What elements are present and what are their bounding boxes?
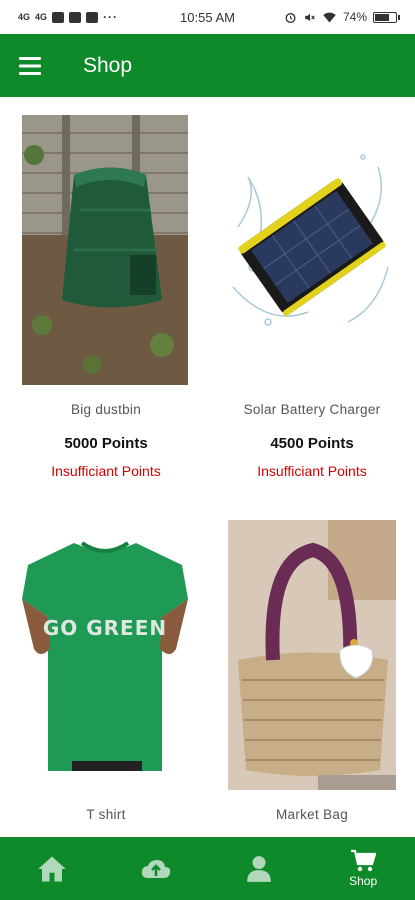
hamburger-menu-button[interactable] <box>0 34 60 97</box>
wifi-icon <box>323 12 336 22</box>
person-icon <box>247 855 272 882</box>
product-image <box>228 520 396 790</box>
product-points: 4500 Points <box>270 435 354 452</box>
product-points: 5000 Points <box>64 435 148 452</box>
battery-icon <box>373 11 400 23</box>
product-name: Solar Battery Charger <box>243 402 381 417</box>
status-right-icons: 74% <box>284 10 400 24</box>
app-bar: Shop <box>0 34 415 97</box>
nav-shop-label: Shop <box>349 874 378 888</box>
messenger-icon <box>52 11 65 23</box>
product-grid: Big dustbin 5000 Points Insufficiant Poi… <box>0 97 415 837</box>
product-image <box>228 137 396 357</box>
app-icon <box>86 11 99 23</box>
product-card[interactable]: GO GREEN T shirt <box>16 517 196 837</box>
status-left-icons: 4G 4G ··· <box>18 10 118 24</box>
mute-icon <box>305 13 315 21</box>
alarm-icon <box>285 12 296 23</box>
product-image <box>22 115 188 385</box>
product-name: Big dustbin <box>70 402 142 417</box>
product-name: Market Bag <box>275 807 349 822</box>
youtube-icon <box>69 11 82 23</box>
product-image: GO GREEN <box>22 539 188 771</box>
nav-upload[interactable] <box>104 837 208 900</box>
signal-icon: 4G <box>18 12 31 22</box>
product-status: Insufficiant Points <box>257 463 367 479</box>
product-name: T shirt <box>86 807 126 822</box>
tshirt-print-text: GO GREEN <box>43 616 167 640</box>
product-status: Insufficiant Points <box>51 463 161 479</box>
product-card[interactable]: Solar Battery Charger 4500 Points Insuff… <box>222 97 402 497</box>
product-card[interactable]: Market Bag <box>222 517 402 837</box>
status-bar: 4G 4G ··· 10:55 AM 74% <box>0 0 415 34</box>
home-icon <box>38 856 66 881</box>
page-title: Shop <box>83 53 133 77</box>
nav-home[interactable] <box>0 837 104 900</box>
cloud-upload-icon <box>141 859 170 878</box>
bottom-nav: Shop <box>0 837 415 900</box>
more-dots: ··· <box>103 10 119 24</box>
product-card[interactable]: Big dustbin 5000 Points Insufficiant Poi… <box>16 97 196 497</box>
battery-percent: 74% <box>342 10 367 24</box>
nav-profile[interactable] <box>208 837 312 900</box>
signal-icon: 4G <box>35 12 48 22</box>
hamburger-menu-icon <box>19 56 41 75</box>
shopping-cart-icon <box>351 849 377 872</box>
nav-shop[interactable]: Shop <box>311 837 415 900</box>
